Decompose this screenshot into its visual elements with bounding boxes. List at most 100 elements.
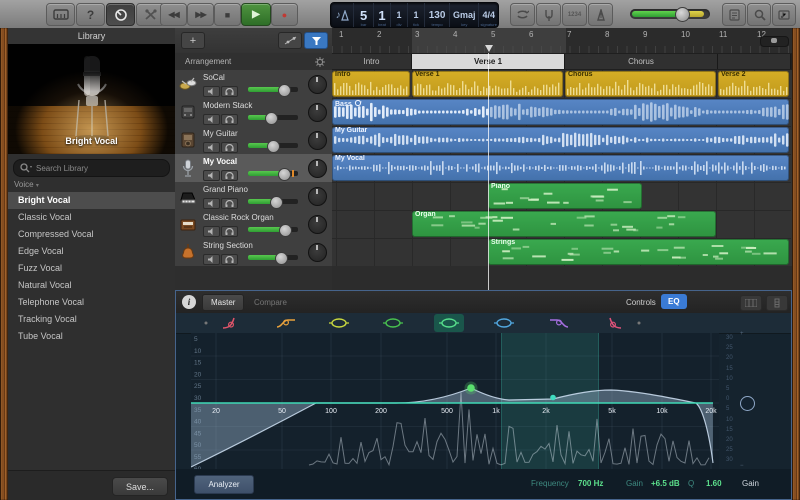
eq-curve-chart[interactable]: 20 50 100 200 500 1k 2k 5k 10k 20k 5 10 15 20 25 30 35 40… [190,333,719,473]
mute-button[interactable] [203,226,220,237]
volume-knob[interactable] [275,252,288,265]
solo-button[interactable] [221,254,238,265]
lcd-bar[interactable]: 5 bar [354,3,374,27]
pan-knob[interactable] [308,75,327,94]
track-header-row[interactable]: Grand Piano [175,182,332,211]
gain-value[interactable]: +6.5 dB [651,479,680,488]
volume-slider[interactable] [248,252,298,265]
volume-knob[interactable] [267,140,280,153]
volume-slider[interactable] [248,168,298,181]
track-header-row[interactable]: Classic Rock Organ [175,210,332,239]
arrangement-marker[interactable] [718,54,791,69]
arrangement-marker[interactable]: Intro [332,54,412,69]
library-toggle-button[interactable] [46,3,75,26]
list-item[interactable]: Edge Vocal [8,243,175,260]
frequency-value[interactable]: 700 Hz [578,479,603,488]
volume-knob[interactable] [265,112,278,125]
volume-slider[interactable] [248,196,298,209]
eq-gain-knob[interactable] [740,396,755,411]
solo-button[interactable] [221,86,238,97]
rewind-button[interactable]: ◀◀ [160,3,187,26]
automation-button[interactable] [278,32,302,49]
quick-help-button[interactable]: ? [76,3,105,26]
region-yellow[interactable]: Chorus [565,71,716,97]
volume-knob[interactable] [279,224,292,237]
add-track-button[interactable]: + [181,32,205,49]
pan-knob[interactable] [308,159,327,178]
record-button[interactable]: ● [271,3,298,26]
play-button[interactable]: ▶ [241,3,271,26]
mute-button[interactable] [203,170,220,181]
analyzer-button[interactable]: Analyzer [194,475,254,494]
region-green[interactable]: Piano [488,183,642,209]
arrangement-row[interactable]: Arrangement [175,53,332,71]
zoom-slider[interactable] [760,36,789,47]
lcd-key[interactable]: Gmaj key [450,3,480,27]
compare-button[interactable]: Compare [254,298,287,307]
mute-button[interactable] [203,198,220,209]
list-item[interactable]: Tube Vocal [8,328,175,345]
q-value[interactable]: 1.60 [706,479,722,488]
mute-button[interactable] [203,114,220,125]
region-blue[interactable]: Bass [332,99,789,125]
bar-ruler[interactable]: 1 2 3 4 5 6 7 8 9 10 11 12 [332,28,792,54]
eq-plot[interactable]: 20 50 100 200 500 1k 2k 5k 10k 20k 5 10 15 20 25 30 35 40… [190,333,719,473]
pan-knob[interactable] [308,187,327,206]
track-header-row[interactable]: My Guitar [175,126,332,155]
cycle-button[interactable] [510,3,535,26]
list-item[interactable]: Natural Vocal [8,277,175,294]
list-item[interactable]: Telephone Vocal [8,294,175,311]
volume-knob[interactable] [270,196,283,209]
master-tab[interactable]: Master [202,294,245,311]
section-voice[interactable]: Voice ▾ [14,180,39,189]
arrangement-marker[interactable]: Chorus [565,54,718,69]
lcd-signature[interactable]: 4/4 signature [479,3,498,27]
region-green[interactable]: Strings [488,239,789,265]
volume-slider[interactable] [248,224,298,237]
gear-icon[interactable] [315,57,325,67]
mute-button[interactable] [203,254,220,265]
lcd-mode[interactable]: ♪ [331,3,355,27]
volume-knob[interactable] [278,84,291,97]
solo-button[interactable] [221,142,238,153]
playhead[interactable] [488,53,489,290]
count-in-button[interactable]: 1234 [562,3,587,26]
volume-knob[interactable] [278,168,291,181]
volume-knob[interactable] [675,7,691,22]
pan-knob[interactable] [308,215,327,234]
list-item[interactable]: Classic Vocal [8,209,175,226]
track-header-row[interactable]: SoCal [175,70,332,99]
solo-button[interactable] [221,170,238,181]
list-item[interactable]: Compressed Vocal [8,226,175,243]
track-header-row[interactable]: String Section [175,238,332,267]
region-blue[interactable]: My Vocal [332,155,789,181]
lcd-beat[interactable]: 1 beat [374,3,392,27]
keyboard-panel-button[interactable] [740,295,762,311]
region-blue[interactable]: My Guitar [332,127,789,153]
meter-panel-button[interactable] [766,295,788,311]
solo-button[interactable] [221,226,238,237]
lcd-display[interactable]: ♪ 5 bar 1 beat 1 div 1 tick 130 tempo Gm… [330,2,499,28]
master-volume-slider[interactable] [630,7,710,22]
eq-tab[interactable]: EQ [661,294,687,309]
controls-tab[interactable]: Controls [626,298,656,307]
track-header-row[interactable]: Modern Stack [175,98,332,127]
media-browser-button[interactable] [772,3,796,26]
volume-slider[interactable] [248,140,298,153]
stop-button[interactable]: ■ [214,3,241,26]
solo-button[interactable] [221,198,238,209]
list-item[interactable]: Tracking Vocal [8,311,175,328]
playhead-handle[interactable] [484,45,493,52]
lcd-tempo[interactable]: 130 tempo [425,3,450,27]
notepad-button[interactable] [722,3,746,26]
lcd-tick[interactable]: 1 tick [408,3,426,27]
mute-button[interactable] [203,86,220,97]
pan-knob[interactable] [308,243,327,262]
region-yellow[interactable]: Intro [332,71,410,97]
lcd-div[interactable]: 1 div [391,3,408,27]
pan-knob[interactable] [308,131,327,150]
track-header-row[interactable]: My Vocal [175,154,332,183]
smart-controls-button[interactable] [106,3,135,26]
info-button[interactable]: i [182,295,196,309]
volume-slider[interactable] [248,84,298,97]
